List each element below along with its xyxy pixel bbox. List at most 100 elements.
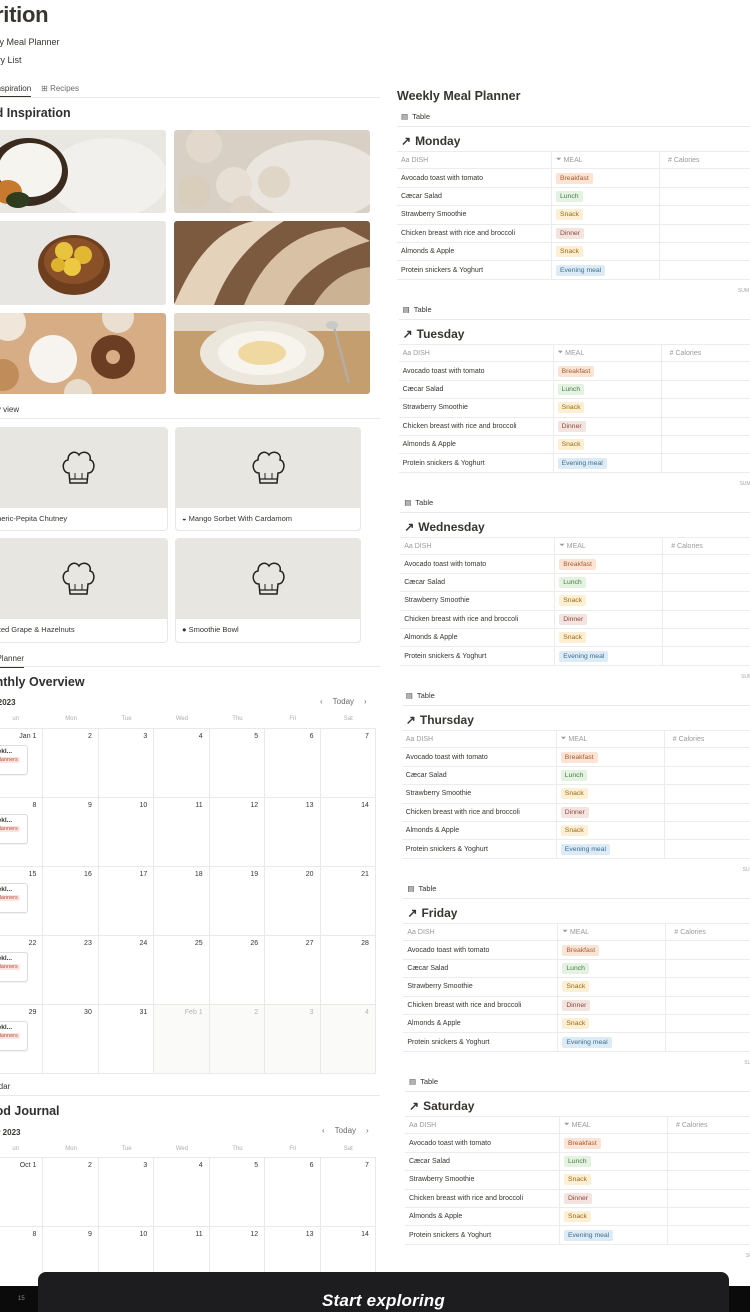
col-dish[interactable]: Aa DISH bbox=[400, 538, 556, 555]
dish-cell[interactable]: Avocado toast with tomato bbox=[403, 941, 559, 959]
col-calories[interactable]: # Calories bbox=[666, 924, 750, 940]
table-row[interactable]: Almonds & Apple Snack bbox=[405, 1207, 750, 1227]
recipe-card[interactable]: sted Grape & Hazelnuts bbox=[0, 538, 168, 643]
calendar-day[interactable]: 11 bbox=[154, 798, 210, 866]
day-title[interactable]: ↗ Thursday bbox=[406, 713, 750, 727]
calendar-day[interactable]: 2 bbox=[43, 729, 99, 797]
dish-cell[interactable]: Cæcar Salad bbox=[405, 1152, 560, 1171]
col-meal[interactable]: ⏷ MEAL bbox=[555, 538, 664, 555]
day-title[interactable]: ↗ Wednesday bbox=[404, 520, 750, 534]
meal-cell[interactable]: Snack bbox=[558, 978, 667, 996]
col-calories[interactable]: # Calories bbox=[660, 152, 750, 168]
recipe-card[interactable]: ● Smoothie Bowl bbox=[175, 538, 361, 643]
today-button[interactable]: Today bbox=[333, 697, 354, 706]
table-row[interactable]: Protein snickers & Yoghurt Evening meal bbox=[400, 647, 750, 666]
table-row[interactable]: Protein snickers & Yoghurt Evening meal bbox=[403, 1033, 750, 1052]
calendar-day[interactable]: 4 bbox=[154, 1158, 210, 1226]
table-row[interactable]: Avocado toast with tomato Breakfast bbox=[405, 1134, 750, 1153]
dish-cell[interactable]: Cæcar Salad bbox=[403, 959, 559, 978]
calories-cell[interactable] bbox=[663, 592, 750, 609]
dish-cell[interactable]: Strawberry Smoothie bbox=[397, 206, 552, 224]
calories-cell[interactable] bbox=[662, 454, 750, 471]
meal-cell[interactable]: Evening meal bbox=[560, 1226, 668, 1244]
dish-cell[interactable]: Almonds & Apple bbox=[403, 1014, 559, 1033]
table-row[interactable]: Cæcar Salad Lunch bbox=[398, 380, 750, 400]
dish-cell[interactable]: Protein snickers & Yoghurt bbox=[403, 1033, 559, 1051]
dish-cell[interactable]: Chicken breast with rice and broccoli bbox=[399, 417, 554, 435]
table-row[interactable]: Cæcar Salad Lunch bbox=[401, 766, 750, 786]
chevron-right-icon[interactable]: › bbox=[364, 697, 367, 706]
calendar-day[interactable]: 3 bbox=[265, 1005, 321, 1073]
table-row[interactable]: Protein snickers & Yoghurt Evening meal bbox=[405, 1226, 750, 1245]
meal-cell[interactable]: Snack bbox=[554, 399, 662, 417]
calories-cell[interactable] bbox=[662, 418, 750, 435]
calendar-event[interactable]: eekl... Planners bbox=[0, 745, 28, 775]
table-view-tab[interactable]: ▤ Table bbox=[401, 112, 441, 127]
day-title[interactable]: ↗ Monday bbox=[401, 134, 750, 148]
calories-cell[interactable] bbox=[668, 1190, 750, 1207]
calories-cell[interactable] bbox=[666, 960, 750, 977]
calendar-event[interactable]: eekl... Planners bbox=[0, 952, 28, 982]
table-row[interactable]: Almonds & Apple Snack bbox=[403, 1014, 750, 1034]
calendar-day[interactable]: 27 bbox=[265, 936, 321, 1004]
col-dish[interactable]: Aa DISH bbox=[399, 345, 554, 362]
calendar-event[interactable]: eekl... Planners bbox=[0, 814, 28, 844]
meal-cell[interactable]: Lunch bbox=[555, 573, 664, 592]
dish-cell[interactable]: Avocado toast with tomato bbox=[405, 1134, 560, 1152]
day-title[interactable]: ↗ Tuesday bbox=[403, 327, 750, 341]
col-meal[interactable]: ⏷ MEAL bbox=[560, 1117, 668, 1134]
sum-footer[interactable]: SUM bbox=[397, 280, 750, 298]
calories-cell[interactable] bbox=[662, 436, 750, 453]
calendar-day[interactable]: 5 bbox=[210, 1158, 266, 1226]
meal-cell[interactable]: Evening meal bbox=[552, 261, 660, 279]
dish-cell[interactable]: Avocado toast with tomato bbox=[402, 748, 557, 766]
table-row[interactable]: Chicken breast with rice and broccoli Din… bbox=[403, 996, 750, 1015]
calendar-day[interactable]: 16 bbox=[43, 867, 99, 935]
start-exploring-button[interactable]: Start exploring bbox=[38, 1272, 729, 1312]
calories-cell[interactable] bbox=[668, 1226, 750, 1243]
dish-cell[interactable]: Chicken breast with rice and broccoli bbox=[400, 610, 556, 628]
calendar-day[interactable]: 14 bbox=[321, 798, 376, 866]
calories-cell[interactable] bbox=[668, 1153, 750, 1170]
table-row[interactable]: Protein snickers & Yoghurt Evening meal bbox=[397, 261, 750, 280]
calories-cell[interactable] bbox=[668, 1134, 750, 1151]
meal-cell[interactable]: Breakfast bbox=[552, 169, 660, 187]
dish-cell[interactable]: Avocado toast with tomato bbox=[397, 169, 552, 187]
dish-cell[interactable]: Cæcar Salad bbox=[402, 766, 557, 785]
calendar-day[interactable]: 29 eekl... Planners bbox=[0, 1005, 44, 1073]
calendar-day[interactable]: 17 bbox=[99, 867, 155, 935]
calendar-day[interactable]: 6 bbox=[265, 729, 321, 797]
calories-cell[interactable] bbox=[660, 169, 750, 186]
calendar-day[interactable]: 26 bbox=[210, 936, 266, 1004]
col-dish[interactable]: Aa DISH bbox=[403, 924, 559, 941]
table-row[interactable]: Strawberry Smoothie Snack bbox=[403, 978, 750, 997]
dish-cell[interactable]: Chicken breast with rice and broccoli bbox=[402, 803, 557, 821]
dish-cell[interactable]: Avocado toast with tomato bbox=[400, 555, 556, 573]
col-calories[interactable]: # Calories bbox=[662, 345, 750, 361]
meal-cell[interactable]: Lunch bbox=[557, 766, 665, 785]
chevron-left-icon[interactable]: ‹ bbox=[322, 1126, 325, 1135]
meal-cell[interactable]: Snack bbox=[555, 628, 664, 647]
table-view-tab[interactable]: ▤ Table bbox=[404, 498, 445, 513]
table-row[interactable]: Cæcar Salad Lunch bbox=[397, 187, 750, 207]
calories-cell[interactable] bbox=[665, 804, 750, 821]
table-row[interactable]: Avocado toast with tomato Breakfast bbox=[397, 169, 750, 188]
calories-cell[interactable] bbox=[668, 1171, 750, 1188]
meal-cell[interactable]: Snack bbox=[558, 1014, 667, 1033]
meal-cell[interactable]: Evening meal bbox=[555, 647, 664, 665]
table-row[interactable]: Avocado toast with tomato Breakfast bbox=[403, 941, 750, 960]
dish-cell[interactable]: Almonds & Apple bbox=[405, 1207, 560, 1226]
chevron-left-icon[interactable]: ‹ bbox=[320, 697, 323, 706]
meal-cell[interactable]: Snack bbox=[555, 592, 664, 610]
meal-cell[interactable]: Dinner bbox=[555, 610, 664, 628]
meal-cell[interactable]: Lunch bbox=[552, 187, 660, 206]
link-weekly-meal-planner[interactable]: ekly Meal Planner bbox=[0, 37, 60, 47]
dish-cell[interactable]: Chicken breast with rice and broccoli bbox=[403, 996, 559, 1014]
calendar-day[interactable]: 10 bbox=[99, 798, 155, 866]
calories-cell[interactable] bbox=[666, 1015, 750, 1032]
meal-cell[interactable]: Snack bbox=[552, 242, 660, 261]
table-row[interactable]: Strawberry Smoothie Snack bbox=[397, 206, 750, 225]
calendar-day[interactable]: 15 eekl... Planners bbox=[0, 867, 44, 935]
calendar-day[interactable]: 24 bbox=[99, 936, 155, 1004]
calendar-day[interactable]: 5 bbox=[210, 729, 266, 797]
